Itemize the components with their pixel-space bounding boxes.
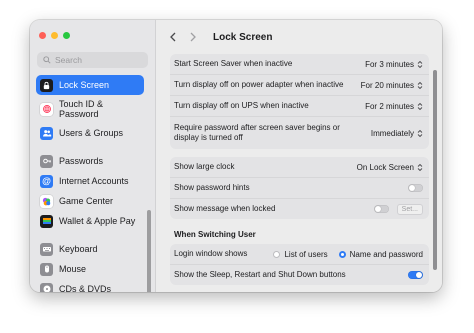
power-adapter-select[interactable]: For 20 minutes	[361, 81, 423, 90]
radio-label: List of users	[284, 249, 328, 259]
sidebar-item-label: Game Center	[59, 196, 114, 206]
search-icon	[43, 56, 51, 64]
game-center-icon	[40, 194, 53, 208]
at-icon: @	[40, 174, 53, 188]
row-label: Show large clock	[174, 162, 235, 171]
radio-label: Name and password	[349, 249, 423, 259]
sidebar-item-mouse[interactable]: Mouse	[36, 259, 144, 279]
require-password-row: Require password after screen saver begi…	[170, 117, 429, 149]
screen-saver-row: Start Screen Saver when inactive For 3 m…	[170, 54, 429, 75]
users-icon	[40, 126, 53, 140]
switching-group: Login window shows List of users Name an…	[170, 244, 429, 285]
require-password-select[interactable]: Immediately	[371, 129, 423, 138]
lock-icon	[40, 78, 53, 92]
select-value: On Lock Screen	[356, 162, 414, 172]
window-controls	[39, 32, 70, 39]
section-heading: When Switching User	[174, 230, 256, 239]
message-toggle[interactable]	[373, 205, 389, 213]
row-label: Login window shows	[174, 249, 248, 258]
stepper-icon	[417, 129, 423, 137]
disc-icon	[40, 282, 53, 292]
sidebar-item-label: Internet Accounts	[59, 176, 129, 186]
sidebar-item-label: Lock Screen	[59, 80, 110, 90]
select-value: For 20 minutes	[360, 80, 414, 90]
sidebar-item-label: Passwords	[59, 156, 104, 166]
mouse-icon	[40, 262, 53, 276]
chevron-right-icon	[190, 32, 196, 42]
titlebar: Lock Screen	[156, 20, 442, 54]
search-placeholder: Search	[55, 55, 82, 65]
close-button[interactable]	[39, 32, 46, 39]
large-clock-select[interactable]: On Lock Screen	[357, 163, 423, 172]
password-hints-row: Show password hints	[170, 178, 429, 199]
main-pane: Lock Screen Start Screen Saver when inac…	[156, 20, 442, 292]
row-label: Show the Sleep, Restart and Shut Down bu…	[174, 270, 346, 279]
sidebar-list: Lock Screen Touch ID & Password Users & …	[36, 75, 144, 292]
sidebar-item-label: Mouse	[59, 264, 87, 274]
keyboard-icon	[40, 242, 53, 256]
row-label: Require password after screen saver begi…	[174, 123, 340, 142]
login-window-row: Login window shows List of users Name an…	[170, 244, 429, 265]
power-adapter-row: Turn display off on power adapter when i…	[170, 75, 429, 96]
stepper-icon	[417, 60, 423, 68]
list-of-users-radio[interactable]: List of users	[273, 249, 328, 259]
fingerprint-icon	[40, 102, 53, 116]
row-label: Turn display off on power adapter when i…	[174, 80, 344, 89]
settings-content: Start Screen Saver when inactive For 3 m…	[170, 54, 429, 292]
row-label: Show password hints	[174, 183, 250, 192]
stepper-icon	[417, 163, 423, 171]
sidebar-item-cds-dvds[interactable]: CDs & DVDs	[36, 279, 144, 292]
sidebar-item-internet-accounts[interactable]: @ Internet Accounts	[36, 171, 144, 191]
forward-button[interactable]	[185, 29, 201, 45]
large-clock-row: Show large clock On Lock Screen	[170, 157, 429, 178]
key-icon	[40, 154, 53, 168]
select-value: Immediately	[370, 128, 414, 138]
display-group: Show large clock On Lock Screen Show pas…	[170, 157, 429, 219]
name-and-password-radio[interactable]: Name and password	[338, 249, 423, 259]
sidebar: Search Lock Screen Touch ID & Password U…	[30, 20, 156, 292]
sidebar-item-label: Users & Groups	[59, 128, 124, 138]
settings-window: Search Lock Screen Touch ID & Password U…	[30, 20, 442, 292]
chevron-left-icon	[170, 32, 176, 42]
back-button[interactable]	[165, 29, 181, 45]
zoom-button[interactable]	[63, 32, 70, 39]
sidebar-item-wallet[interactable]: Wallet & Apple Pay	[36, 211, 144, 231]
sidebar-item-keyboard[interactable]: Keyboard	[36, 239, 144, 259]
sidebar-item-passwords[interactable]: Passwords	[36, 151, 144, 171]
row-label: Turn display off on UPS when inactive	[174, 101, 309, 110]
stepper-icon	[417, 102, 423, 110]
minimize-button[interactable]	[51, 32, 58, 39]
sidebar-item-label: Touch ID & Password	[59, 99, 104, 119]
search-input[interactable]: Search	[37, 52, 148, 68]
message-row: Show message when locked Set...	[170, 199, 429, 219]
sleep-buttons-row: Show the Sleep, Restart and Shut Down bu…	[170, 265, 429, 285]
ups-select[interactable]: For 2 minutes	[365, 102, 423, 111]
sidebar-item-touch-id[interactable]: Touch ID & Password	[36, 95, 144, 123]
sidebar-item-game-center[interactable]: Game Center	[36, 191, 144, 211]
row-label: Start Screen Saver when inactive	[174, 59, 293, 68]
sidebar-item-label: Keyboard	[59, 244, 98, 254]
set-message-button[interactable]: Set...	[396, 203, 423, 215]
sidebar-item-lock-screen[interactable]: Lock Screen	[36, 75, 144, 95]
sleep-buttons-toggle[interactable]	[408, 271, 423, 279]
select-value: For 3 minutes	[365, 59, 414, 69]
wallet-icon	[40, 214, 53, 228]
row-label: Show message when locked	[174, 204, 276, 213]
sidebar-item-users-groups[interactable]: Users & Groups	[36, 123, 144, 143]
ups-row: Turn display off on UPS when inactive Fo…	[170, 96, 429, 117]
password-hints-toggle[interactable]	[408, 184, 423, 192]
page-title: Lock Screen	[213, 31, 273, 43]
select-value: For 2 minutes	[365, 101, 414, 111]
screen-saver-select[interactable]: For 3 minutes	[365, 60, 423, 69]
sidebar-item-label: Wallet & Apple Pay	[59, 216, 136, 226]
main-scrollbar[interactable]	[433, 70, 437, 270]
stepper-icon	[417, 81, 423, 89]
sidebar-item-label: CDs & DVDs	[59, 284, 112, 292]
timing-group: Start Screen Saver when inactive For 3 m…	[170, 54, 429, 149]
sidebar-scrollbar[interactable]	[147, 210, 151, 292]
